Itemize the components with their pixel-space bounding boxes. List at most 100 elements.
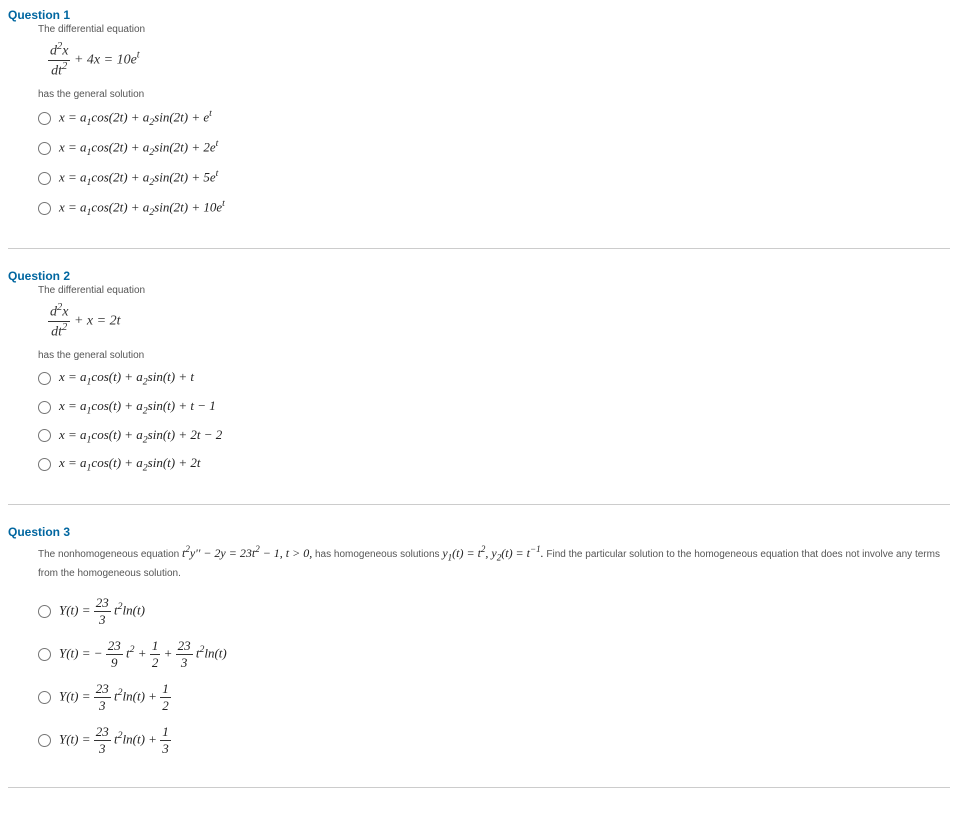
question-2: Question 2 The differential equation d2x… [8,269,950,505]
q2-frac-num-d: d [50,305,57,320]
q1b-mid2: sin(2t) + 2e [154,140,215,155]
q3c-num1: 23 [94,681,111,698]
q3-stem-b: has homogeneous solutions [315,549,442,560]
q2a-mid: cos(t) + a [91,369,142,384]
q3a-ln: ln(t) [123,603,145,618]
q3c-den1: 3 [94,698,111,714]
q3a-den: 3 [94,612,111,628]
q3-option-d: Y(t) = 233 t2ln(t) + 13 [38,724,950,757]
q3b-sup2a: 2 [130,644,135,655]
q2c-xa: x = a [59,427,87,442]
frac-num-x: x [62,44,68,59]
q1-equation: d2x dt2 + 4x = 10et [48,41,950,79]
q3d-num1: 23 [94,724,111,741]
q1-opt-c-math: x = a1cos(2t) + a2sin(2t) + 5et [59,168,218,188]
q2-opt-c-math: x = a1cos(t) + a2sin(t) + 2t − 2 [59,427,222,446]
q3-eq-main: t2y'' − 2y = 23t2 − 1, t > 0, [182,546,312,560]
q2-stem-2: has the general solution [38,350,950,361]
q1-opt-a-math: x = a1cos(2t) + a2sin(2t) + et [59,108,212,128]
q2d-xa: x = a [59,455,87,470]
q1d-mid1: cos(2t) + a [91,199,149,214]
fraction-d2x-dt2: d2x dt2 [48,41,70,79]
q1-radio-b[interactable] [38,142,51,155]
q3-stem: The nonhomogeneous equation t2y'' − 2y =… [38,541,950,584]
q3d-frac2: 13 [160,724,171,757]
q3c-ln: ln(t) [123,689,145,704]
q3a-frac: 233 [94,595,111,628]
q2b-mid: cos(t) + a [91,398,142,413]
q3-radio-d[interactable] [38,734,51,747]
q3b-Y: Y(t) = − [59,646,106,661]
q1-stem-1: The differential equation [38,24,950,35]
q3-option-b: Y(t) = − 239 t2 + 12 + 233 t2ln(t) [38,638,950,671]
frac-den-dt: dt [51,63,62,78]
q3-opt-a-math: Y(t) = 233 t2ln(t) [59,595,145,628]
q2-radio-b[interactable] [38,401,51,414]
q3b-plus2: + [164,646,176,661]
frac-num-d: d [50,44,57,59]
q2a-xa: x = a [59,369,87,384]
q1b-pre: x = a [59,140,87,155]
question-1: Question 1 The differential equation d2x… [8,8,950,249]
q3c-num2: 1 [160,681,171,698]
q1c-pre: x = a [59,169,87,184]
q2a-end: sin(t) + t [148,369,194,384]
q3-opt-d-math: Y(t) = 233 t2ln(t) + 13 [59,724,171,757]
q2-frac-num-x: x [62,305,68,320]
q3-option-c: Y(t) = 233 t2ln(t) + 12 [38,681,950,714]
q1-radio-a[interactable] [38,112,51,125]
q3d-plus: + [148,732,160,747]
q1-radio-c[interactable] [38,172,51,185]
q1-stem-2: has the general solution [38,89,950,100]
q1-option-c: x = a1cos(2t) + a2sin(2t) + 5et [38,168,950,188]
q2-radio-a[interactable] [38,372,51,385]
q3c-Y: Y(t) = [59,689,94,704]
q3c-frac1: 233 [94,681,111,714]
q3-radio-a[interactable] [38,605,51,618]
q2-frac-den-dt: dt [51,324,62,339]
q3-radio-b[interactable] [38,648,51,661]
q3b-num3: 23 [176,638,193,655]
q1-option-a: x = a1cos(2t) + a2sin(2t) + et [38,108,950,128]
q1c-supt: t [216,168,219,179]
q3d-den2: 3 [160,741,171,757]
q2-stem-1: The differential equation [38,285,950,296]
q3b-frac1: 239 [106,638,123,671]
q3d-ln: ln(t) [123,732,145,747]
q2-option-b: x = a1cos(t) + a2sin(t) + t − 1 [38,398,950,417]
q1d-pre: x = a [59,199,87,214]
q3d-frac1: 233 [94,724,111,757]
q1d-mid2: sin(2t) + 10e [154,199,222,214]
q3d-Y: Y(t) = [59,732,94,747]
q1-option-d: x = a1cos(2t) + a2sin(2t) + 10et [38,198,950,218]
q3-option-a: Y(t) = 233 t2ln(t) [38,595,950,628]
q2-frac-den-sup2: 2 [62,322,67,333]
q3b-num1: 23 [106,638,123,655]
q1-options: x = a1cos(2t) + a2sin(2t) + et x = a1cos… [38,108,950,218]
q3b-plus1: + [138,646,150,661]
q3b-den2: 2 [150,655,161,671]
q3a-num: 23 [94,595,111,612]
question-3: Question 3 The nonhomogeneous equation t… [8,525,950,789]
q1-radio-d[interactable] [38,202,51,215]
q3b-num2: 1 [150,638,161,655]
question-1-body: The differential equation d2x dt2 + 4x =… [38,24,950,218]
q3c-den2: 2 [160,698,171,714]
q2-radio-c[interactable] [38,429,51,442]
q2-option-d: x = a1cos(t) + a2sin(t) + 2t [38,455,950,474]
q2-equation: d2x dt2 + x = 2t [48,302,950,340]
q3-radio-c[interactable] [38,691,51,704]
q3b-den3: 3 [176,655,193,671]
frac-den-sup-2: 2 [62,61,67,72]
q1a-supt: t [209,108,212,119]
q3-y2t: (t) = t [501,546,530,560]
q2-option-c: x = a1cos(t) + a2sin(t) + 2t − 2 [38,427,950,446]
q2-radio-d[interactable] [38,458,51,471]
q3-opt-b-math: Y(t) = − 239 t2 + 12 + 233 t2ln(t) [59,638,227,671]
question-3-title: Question 3 [8,525,950,539]
q3-options: Y(t) = 233 t2ln(t) Y(t) = − 239 t2 + 12 … [38,595,950,757]
q3-y1t: (t) = t [452,546,481,560]
q1c-mid1: cos(2t) + a [91,169,149,184]
q1-eq-rhs: + 4x = 10e [74,52,137,67]
q1a-mid1: cos(2t) + a [91,110,149,125]
